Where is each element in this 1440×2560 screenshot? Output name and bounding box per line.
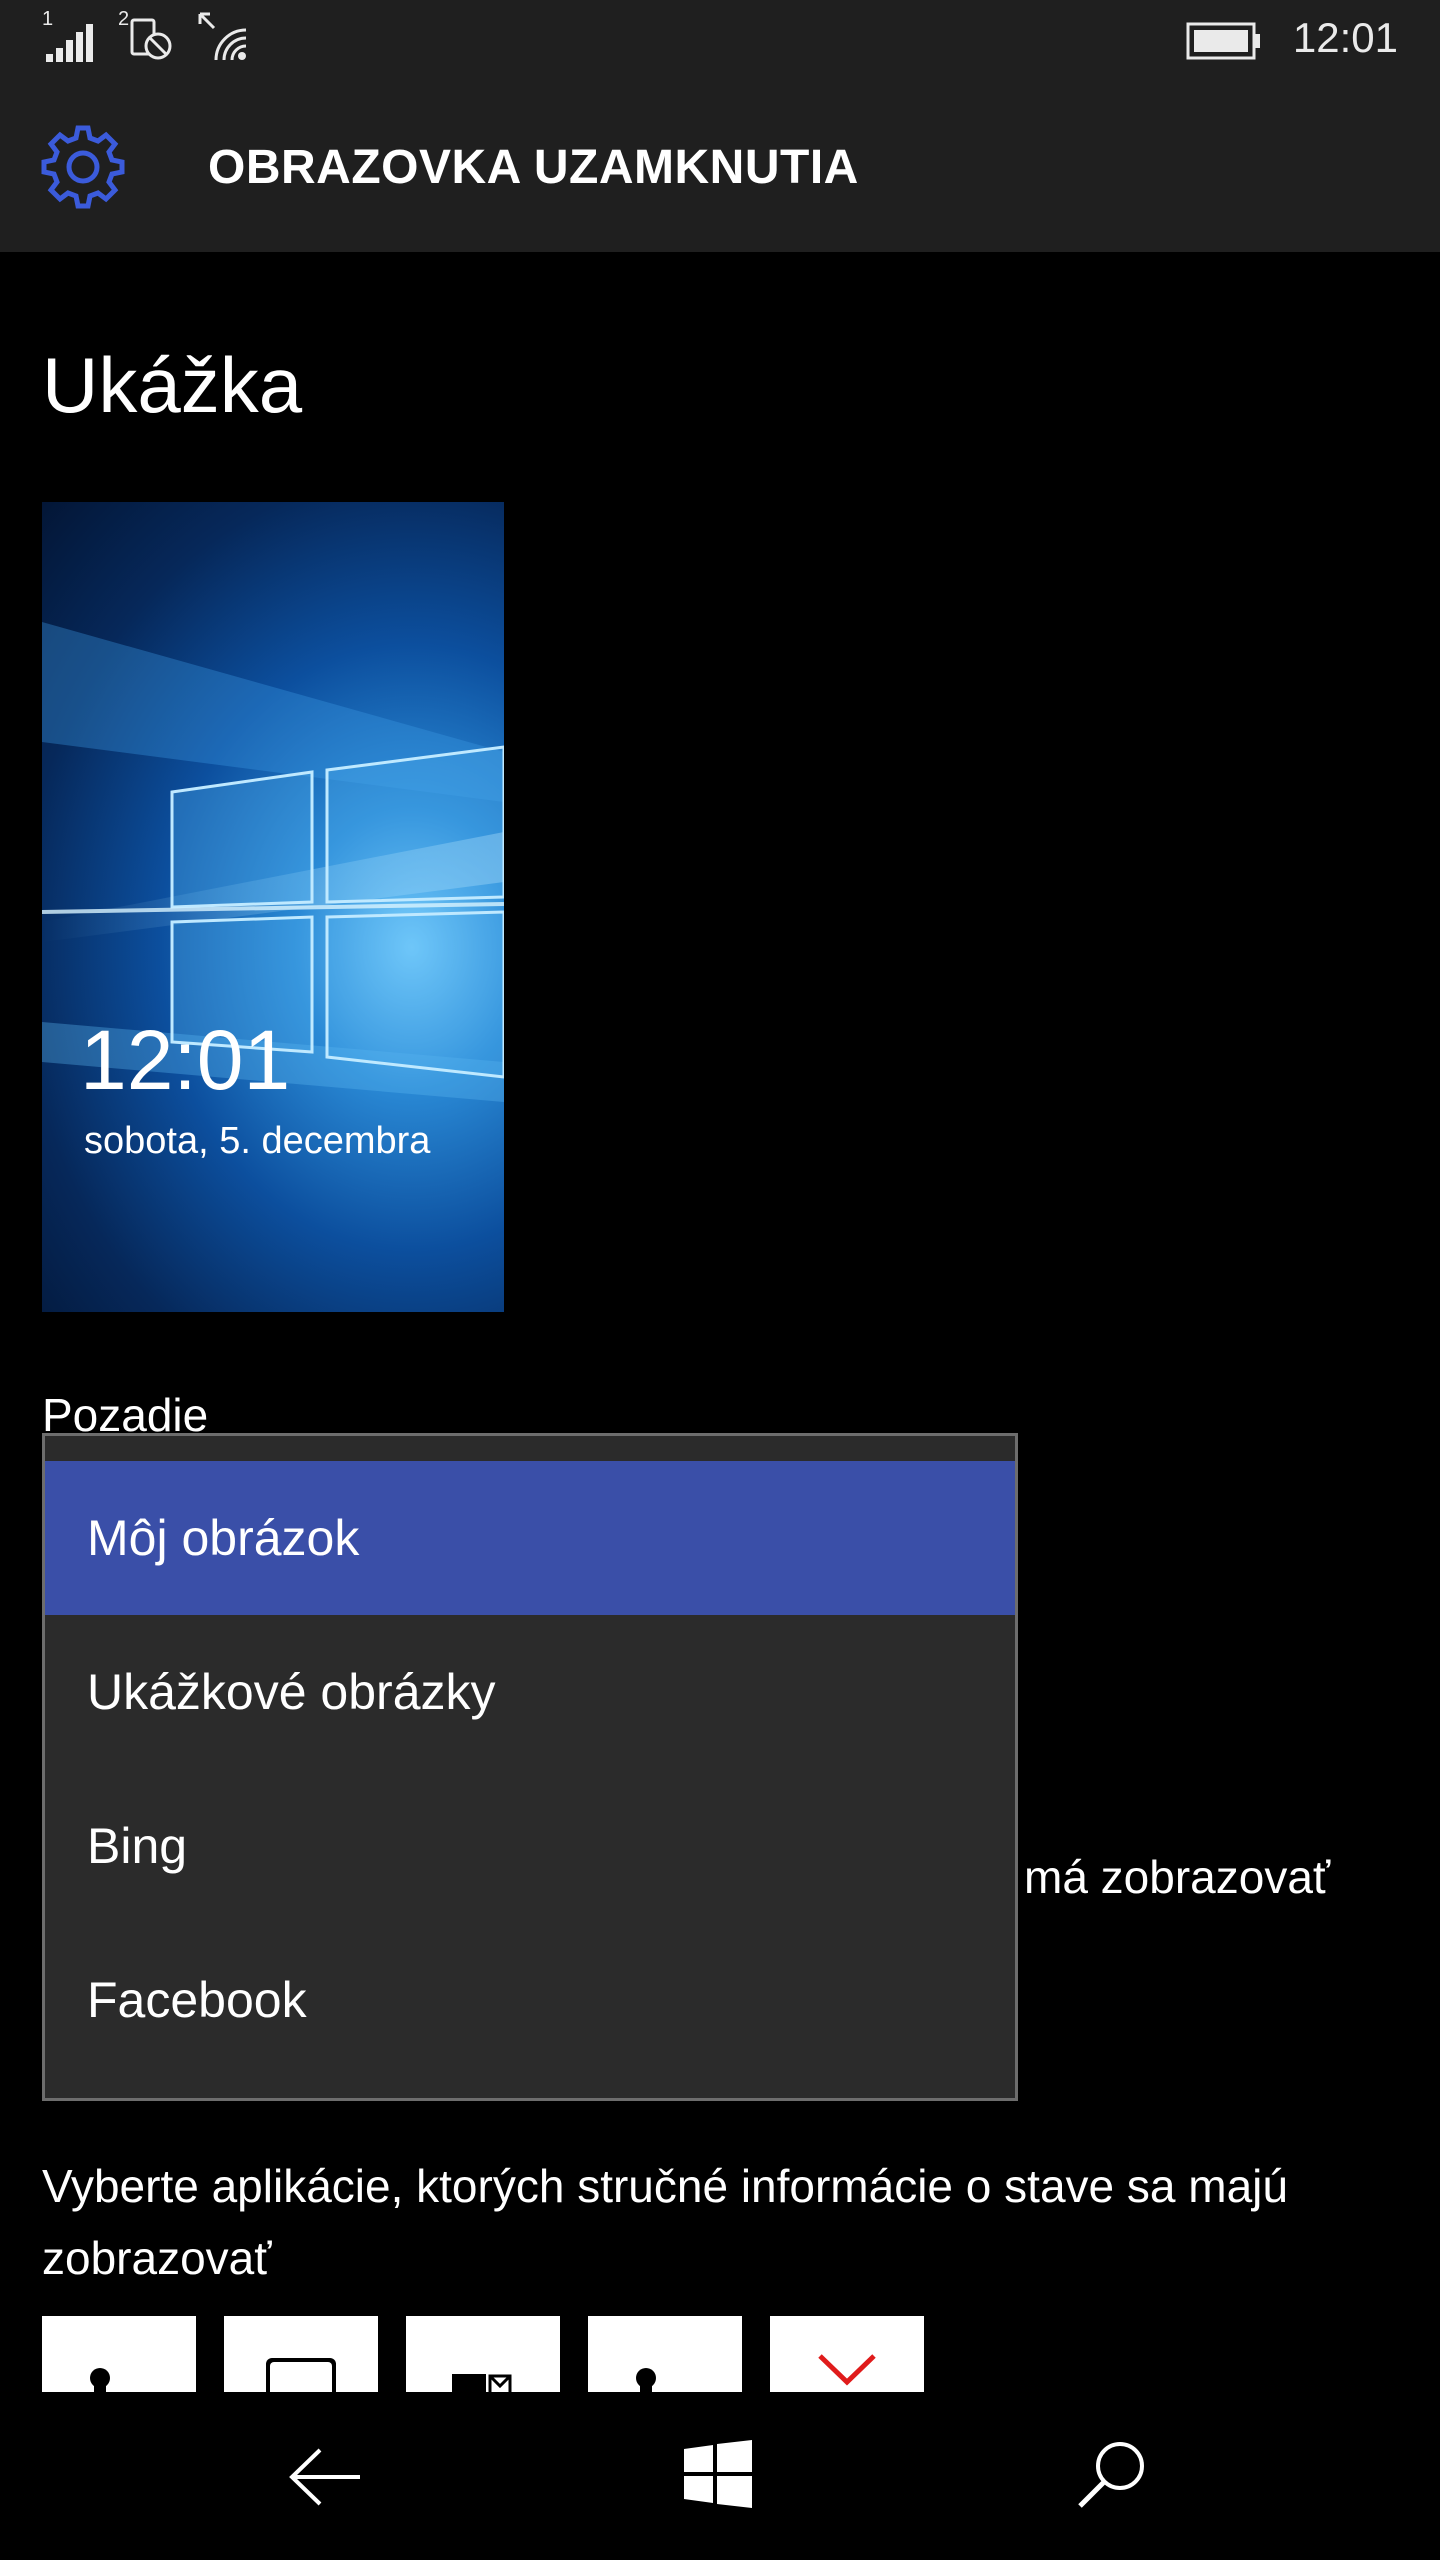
app-tile-contact[interactable] (42, 2316, 196, 2392)
status-time: 12:01 (1292, 14, 1398, 61)
dropdown-option-label: Bing (87, 1818, 188, 1874)
sim-no-service-icon (130, 18, 172, 60)
wifi-icon (198, 12, 247, 61)
back-arrow-icon[interactable] (286, 2442, 366, 2512)
dropdown-option-sample-pictures[interactable]: Ukážkové obrázky (45, 1615, 1015, 1769)
quick-status-apps-label: Vyberte aplikácie, ktorých stručné infor… (42, 2160, 1288, 2284)
page-header: OBRAZOVKA UZAMKNUTIA (0, 90, 1440, 252)
dropdown-option-label: Môj obrázok (87, 1510, 360, 1566)
dropdown-option-label: Facebook (87, 1972, 307, 2028)
windows-logo-icon[interactable] (684, 2440, 752, 2508)
app-tile-messaging[interactable] (224, 2316, 378, 2392)
contact-icon (636, 2368, 656, 2392)
partial-setting-text: má zobrazovať (1024, 1851, 1331, 1903)
app-tile-outlook[interactable] (406, 2316, 560, 2392)
page-title: OBRAZOVKA UZAMKNUTIA (208, 141, 859, 194)
contact-icon (90, 2368, 110, 2392)
navigation-bar (0, 2392, 1440, 2560)
dropdown-option-bing[interactable]: Bing (45, 1769, 1015, 1923)
dropdown-option-facebook[interactable]: Facebook (45, 1923, 1015, 2077)
windows-wallpaper-image (42, 622, 504, 1102)
gear-icon (41, 125, 125, 209)
preview-date: sobota, 5. decembra (84, 1120, 431, 1162)
app-tile-contact-2[interactable] (588, 2316, 742, 2392)
signal-strength-icon (46, 24, 93, 62)
battery-icon (1186, 22, 1260, 60)
background-dropdown-list: Môj obrázok Ukážkové obrázky Bing Facebo… (42, 1433, 1018, 2101)
app-tile-more[interactable] (770, 2316, 924, 2392)
lock-screen-preview: 12:01 sobota, 5. decembra (42, 502, 504, 1312)
message-icon (266, 2358, 336, 2392)
dropdown-option-my-picture[interactable]: Môj obrázok (45, 1461, 1015, 1615)
preview-clock: 12:01 (80, 1013, 291, 1107)
chevron-down-icon (818, 2354, 876, 2386)
preview-section-title: Ukážka (42, 341, 303, 429)
search-icon[interactable] (1074, 2436, 1150, 2512)
status-bar: 1 2 12:01 (0, 0, 1440, 90)
outlook-icon (452, 2374, 512, 2392)
dropdown-option-label: Ukážkové obrázky (87, 1664, 496, 1720)
